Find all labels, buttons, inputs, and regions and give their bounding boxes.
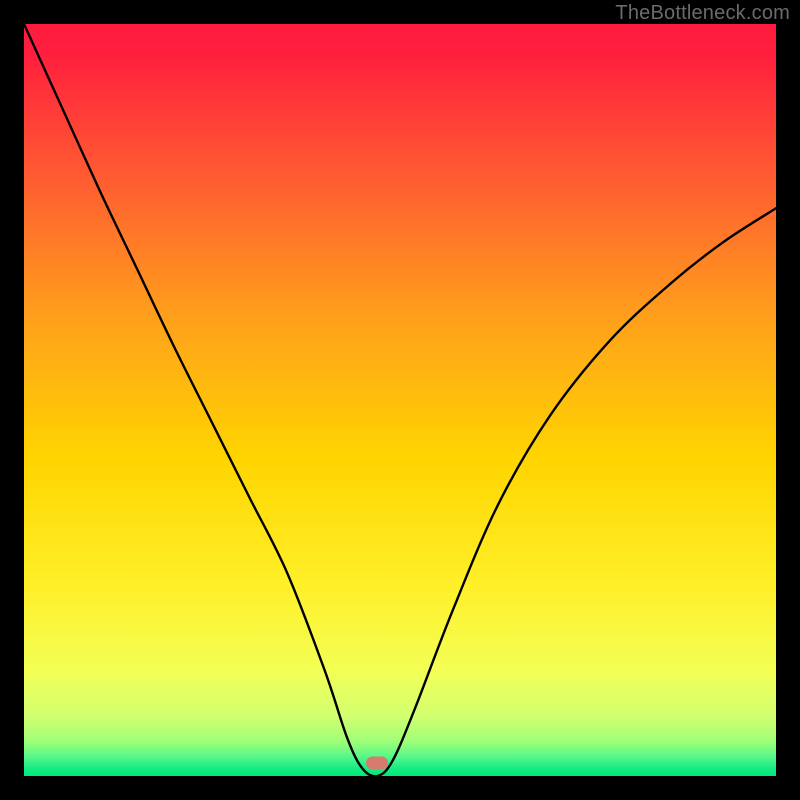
bottleneck-curve [24,24,776,776]
plot-area [24,24,776,776]
watermark-text: TheBottleneck.com [615,2,790,25]
chart-frame: TheBottleneck.com [0,0,800,800]
optimum-marker [366,757,388,770]
